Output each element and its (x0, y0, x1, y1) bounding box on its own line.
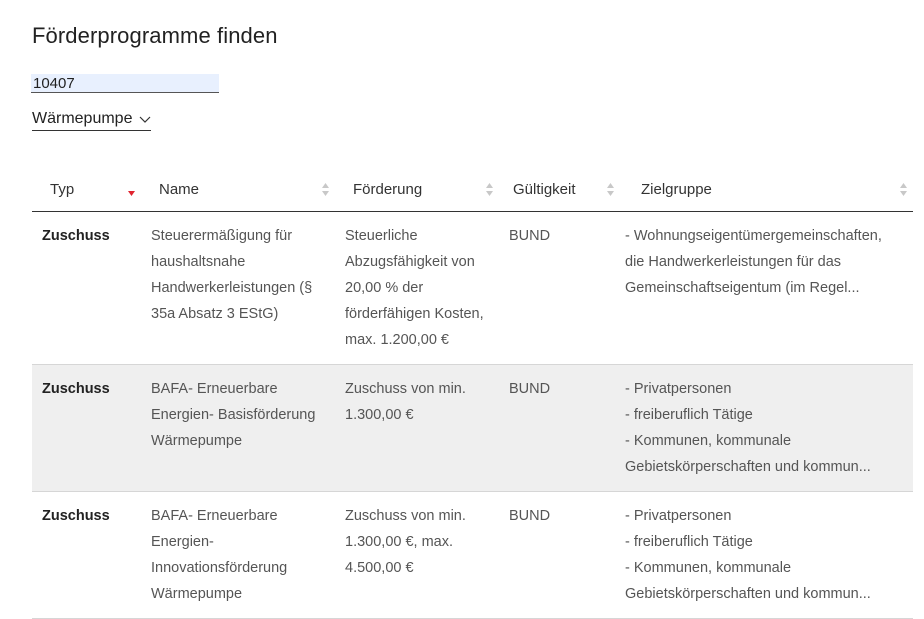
table-row[interactable]: Zuschuss Steuerermäßigung für haushaltsn… (32, 211, 913, 365)
column-header-label: Name (159, 181, 200, 198)
page-title: Förderprogramme finden (32, 23, 278, 48)
zielgruppe-line: - Privatpersonen (625, 508, 732, 524)
zip-code-input[interactable] (31, 74, 219, 93)
cell-gueltigkeit: BUND (500, 364, 624, 492)
category-select[interactable]: Wärmepumpe (32, 110, 152, 131)
sort-icon[interactable] (321, 182, 330, 197)
zielgruppe-line: - freiberuflich Tätige (625, 534, 753, 550)
cell-zielgruppe: - Wohnungseigentümergemeinschaften, die … (624, 211, 913, 365)
cell-foerderung: Steuerliche Abzugsfähigkeit von 20,00 % … (336, 211, 500, 365)
cell-zielgruppe: - Privatpersonen - freiberuflich Tätige … (624, 491, 913, 619)
cell-typ: Zuschuss (32, 211, 142, 365)
zielgruppe-line: - freiberuflich Tätige (625, 407, 753, 423)
zielgruppe-line: Gebietskörperschaften und kommun... (625, 586, 871, 602)
zielgruppe-line: - Wohnungseigentümergemeinschaften, (625, 228, 882, 244)
cell-zielgruppe: - Privatpersonen - freiberuflich Tätige … (624, 364, 913, 492)
cell-foerderung: Zuschuss von min. 1.300,00 € (336, 364, 500, 492)
cell-gueltigkeit: BUND (500, 491, 624, 619)
column-header-typ[interactable]: Typ (32, 170, 142, 212)
sort-icon[interactable] (899, 182, 908, 197)
column-header-label: Zielgruppe (641, 181, 712, 198)
zielgruppe-line: Gebietskörperschaften und kommun... (625, 459, 871, 475)
column-header-label: Typ (50, 181, 75, 198)
cell-name[interactable]: BAFA- Erneuerbare Energien- Basisförderu… (142, 364, 336, 492)
cell-name[interactable]: BAFA- Erneuerbare Energien- Innovationsf… (142, 491, 336, 619)
column-header-label: Gültigkeit (513, 181, 576, 198)
zielgruppe-line: - Privatpersonen (625, 381, 732, 397)
sort-icon[interactable] (606, 182, 615, 197)
cell-typ: Zuschuss (32, 491, 142, 619)
column-header-gueltigkeit[interactable]: Gültigkeit (500, 170, 624, 212)
table-header-row: Typ Name Förderung Gültigkeit Zielgruppe (32, 170, 913, 212)
chevron-down-icon (140, 116, 151, 123)
cell-name[interactable]: Steuerermäßigung für haushaltsnahe Handw… (142, 211, 336, 365)
column-header-zielgruppe[interactable]: Zielgruppe (624, 170, 913, 212)
zielgruppe-line: - Kommunen, kommunale (625, 433, 792, 449)
category-select-value: Wärmepumpe (32, 110, 133, 127)
column-header-foerderung[interactable]: Förderung (336, 170, 500, 212)
cell-typ: Zuschuss (32, 364, 142, 492)
programs-table: Typ Name Förderung Gültigkeit Zielgruppe… (32, 170, 913, 619)
column-header-label: Förderung (353, 181, 423, 198)
cell-gueltigkeit: BUND (500, 211, 624, 365)
sort-icon[interactable] (485, 182, 494, 197)
zielgruppe-line: Gemeinschaftseigentum (im Regel... (625, 280, 860, 296)
zielgruppe-line: die Handwerkerleistungen für das (625, 254, 842, 270)
table-row[interactable]: Zuschuss BAFA- Erneuerbare Energien- Bas… (32, 364, 913, 492)
cell-foerderung: Zuschuss von min. 1.300,00 €, max. 4.500… (336, 491, 500, 619)
sort-descending-icon[interactable] (127, 182, 136, 197)
table-row[interactable]: Zuschuss BAFA- Erneuerbare Energien- Inn… (32, 491, 913, 619)
column-header-name[interactable]: Name (142, 170, 336, 212)
zielgruppe-line: - Kommunen, kommunale (625, 560, 792, 576)
